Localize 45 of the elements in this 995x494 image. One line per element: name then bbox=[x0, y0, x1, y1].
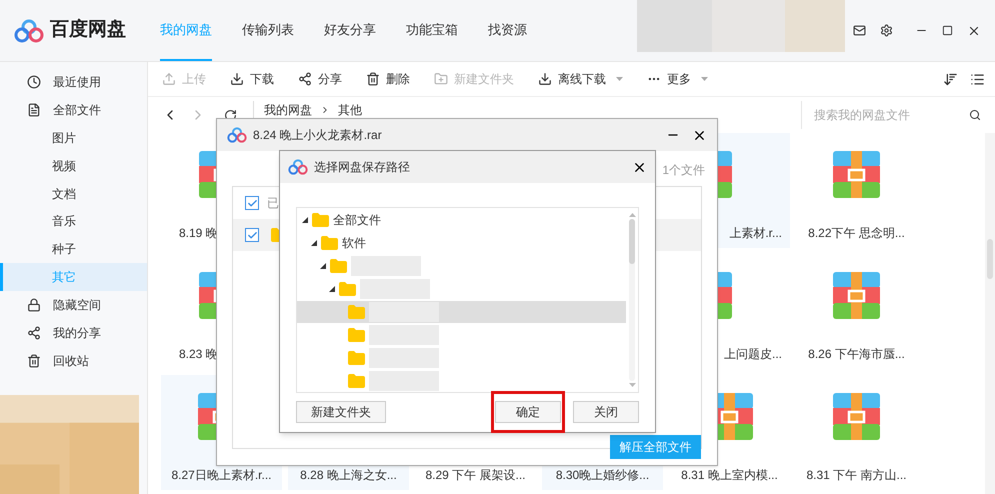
file-tile[interactable]: 8.22下午 思念明... bbox=[796, 133, 917, 248]
file-tile[interactable]: 8.31 下午 南方山... bbox=[796, 375, 917, 490]
nav-tab[interactable]: 好友分享 bbox=[324, 0, 376, 61]
sidebar-item[interactable]: 图片 bbox=[0, 124, 147, 152]
file-name: 8.28 晚上海之女... bbox=[300, 467, 397, 484]
sidebar-item[interactable]: 音乐 bbox=[0, 207, 147, 236]
file-name: 8.22下午 思念明... bbox=[808, 225, 905, 242]
breadcrumb-link[interactable]: 我的网盘 bbox=[264, 101, 312, 119]
toolbar-button[interactable]: 删除 bbox=[366, 70, 410, 88]
toolbar-button[interactable]: 离线下载 bbox=[538, 70, 623, 88]
sidebar-item[interactable]: 回收站 bbox=[0, 346, 147, 375]
search-field[interactable]: 搜索我的网盘文件 bbox=[814, 106, 969, 124]
folder-name: 软件 bbox=[342, 235, 366, 252]
file-name: 8.19 晚 bbox=[179, 225, 218, 242]
app-name: 百度网盘 bbox=[50, 18, 126, 42]
toolbar-button[interactable]: 下载 bbox=[230, 70, 274, 88]
breadcrumb-link[interactable]: 其他 bbox=[338, 101, 362, 119]
dialog-button[interactable]: 关闭 bbox=[573, 401, 639, 423]
sidebar-item[interactable]: 视频 bbox=[0, 152, 147, 180]
file-name: 上问题皮... bbox=[724, 346, 782, 363]
sidebar-item[interactable]: 隐藏空间 bbox=[0, 291, 147, 320]
toolbar-button[interactable]: 分享 bbox=[298, 70, 342, 88]
sidebar-item[interactable]: 最近使用 bbox=[0, 68, 147, 96]
file-name: 8.23 晚 bbox=[179, 346, 218, 363]
file-name: 8.31 下午 南方山... bbox=[806, 467, 907, 484]
nav-tab[interactable]: 找资源 bbox=[488, 0, 527, 61]
folder-name: 全部文件 bbox=[333, 212, 381, 230]
file-tile[interactable]: 8.26 下午海市蜃... bbox=[796, 254, 917, 369]
dialog-title: 选择网盘保存路径 bbox=[314, 159, 410, 176]
sidebar-item[interactable]: 文档 bbox=[0, 180, 147, 208]
dialog-button[interactable]: 新建文件夹 bbox=[296, 401, 386, 423]
nav-tab[interactable]: 功能宝箱 bbox=[406, 0, 458, 61]
column-header: 已 bbox=[267, 195, 279, 212]
file-name: 上素材.r... bbox=[729, 225, 782, 242]
file-name: 8.26 下午海市蜃... bbox=[808, 346, 905, 363]
dialog-title: 8.24 晚上小火龙素材.rar bbox=[253, 127, 382, 144]
sidebar-item[interactable]: 种子 bbox=[0, 235, 147, 264]
nav-tab[interactable]: 传输列表 bbox=[242, 0, 294, 61]
sidebar-item[interactable]: 全部文件 bbox=[0, 96, 147, 124]
sidebar-item[interactable]: 我的分享 bbox=[0, 319, 147, 347]
toolbar-button[interactable]: 更多 bbox=[647, 70, 708, 88]
dialog-button[interactable]: 确定 bbox=[495, 401, 561, 423]
file-name: 8.31 晚上室内模... bbox=[681, 467, 778, 484]
file-name: 8.27日晚上素材.r... bbox=[171, 467, 272, 484]
file-name: 8.30晚上婚纱修... bbox=[556, 467, 650, 484]
